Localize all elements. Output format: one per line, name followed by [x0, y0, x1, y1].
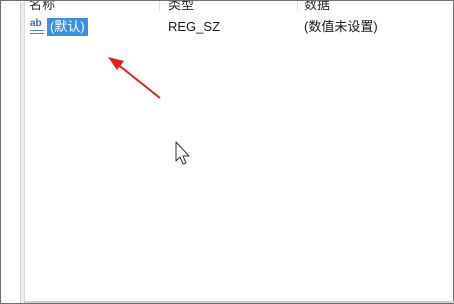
horizontal-scrollbar[interactable] [24, 301, 454, 303]
value-type: REG_SZ [168, 19, 221, 34]
column-divider[interactable] [159, 1, 160, 11]
value-name-default[interactable]: (默认) [47, 18, 88, 36]
column-divider[interactable] [297, 1, 298, 11]
column-header-data[interactable]: 数据 [304, 1, 330, 11]
column-header-type[interactable]: 类型 [168, 1, 194, 11]
column-header-name[interactable]: 名称 [29, 1, 55, 11]
column-header: 名称 类型 数据 [25, 1, 454, 11]
pane-splitter[interactable] [21, 2, 25, 303]
string-value-icon: ab [29, 18, 46, 35]
registry-value-row[interactable]: ab (默认) REG_SZ (数值未设置) [25, 17, 453, 39]
value-data: (数值未设置) [304, 19, 378, 34]
registry-editor-window: 名称 类型 数据 ab (默认) REG_SZ (数值未设置) [0, 0, 454, 304]
key-tree-pane[interactable] [2, 2, 21, 303]
